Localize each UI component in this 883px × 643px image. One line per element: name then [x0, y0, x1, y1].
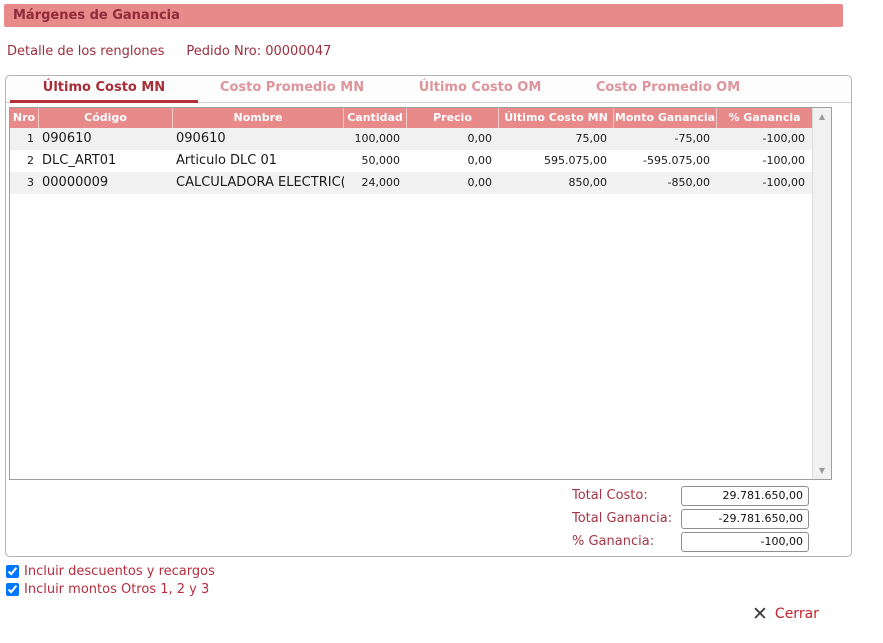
order-number-label: Pedido Nro: 00000047	[186, 44, 332, 59]
margenes-de-ganancia-window: Márgenes de Ganancia Detalle de los reng…	[0, 0, 883, 643]
cell-pct-ganancia: -100,00	[762, 176, 805, 189]
cell-monto-ganancia: -75,00	[674, 132, 710, 145]
cell-pct-ganancia: -100,00	[762, 154, 805, 167]
col-header-ultimo-costo-mn: Último Costo MN	[499, 108, 614, 128]
close-button-label: Cerrar	[774, 606, 819, 622]
total-costo-field: 29.781.650,00	[681, 486, 809, 506]
cell-precio: 0,00	[467, 154, 493, 167]
cell-ultimo-costo-mn: 75,00	[575, 132, 608, 145]
cell-cantidad: 50,000	[361, 154, 401, 167]
tab-ultimo-costo-mn[interactable]: Último Costo MN	[10, 76, 198, 103]
pct-ganancia-row: % Ganancia: -100,00	[6, 532, 851, 552]
line-items-table: Nro Código Nombre Cantidad Precio Último…	[9, 107, 832, 480]
col-header-precio: Precio	[407, 108, 499, 128]
table-row[interactable]: 3 00000009 CALCULADORA ELECTRIC( 24,000 …	[10, 172, 831, 194]
tab-costo-promedio-om[interactable]: Costo Promedio OM	[574, 76, 762, 103]
cell-nro: 2	[27, 154, 34, 167]
total-ganancia-row: Total Ganancia: -29.781.650,00	[6, 509, 851, 529]
option-montos-otros: Incluir montos Otros 1, 2 y 3	[6, 581, 215, 598]
cell-nro: 1	[27, 132, 34, 145]
cell-nombre: Articulo DLC 01	[176, 153, 278, 168]
close-icon: ✕	[752, 603, 768, 625]
scroll-up-icon[interactable]: ▲	[813, 108, 831, 125]
cell-nombre: CALCULADORA ELECTRIC(	[176, 175, 344, 190]
detail-label: Detalle de los renglones	[7, 44, 165, 59]
option-descuentos: Incluir descuentos y recargos	[6, 563, 215, 580]
window-title: Márgenes de Ganancia	[4, 4, 843, 27]
cell-ultimo-costo-mn: 595.075,00	[544, 154, 607, 167]
montos-otros-checkbox[interactable]	[6, 583, 19, 596]
cell-pct-ganancia: -100,00	[762, 132, 805, 145]
options-section: Incluir descuentos y recargos Incluir mo…	[6, 563, 215, 599]
cell-precio: 0,00	[467, 132, 493, 145]
descuentos-label: Incluir descuentos y recargos	[24, 564, 215, 579]
close-button[interactable]: ✕ Cerrar	[752, 603, 819, 625]
cell-codigo: 00000009	[42, 175, 109, 190]
descuentos-checkbox[interactable]	[6, 565, 19, 578]
tab-costo-promedio-mn[interactable]: Costo Promedio MN	[198, 76, 386, 103]
cell-codigo: DLC_ART01	[42, 153, 117, 168]
cell-cantidad: 24,000	[361, 176, 401, 189]
subheader: Detalle de los renglones Pedido Nro: 000…	[7, 44, 331, 59]
cell-nro: 3	[27, 176, 34, 189]
detail-panel: Último Costo MN Costo Promedio MN Último…	[5, 75, 852, 557]
cell-nombre: 090610	[176, 131, 226, 146]
total-ganancia-label: Total Ganancia:	[572, 511, 673, 526]
cell-precio: 0,00	[467, 176, 493, 189]
pct-ganancia-field: -100,00	[681, 532, 809, 552]
col-header-pct-ganancia: % Ganancia	[728, 111, 801, 124]
scroll-down-icon[interactable]: ▼	[813, 462, 831, 479]
col-header-monto-ganancia: Monto Ganancia	[614, 108, 717, 128]
col-header-codigo: Código	[39, 108, 173, 128]
vertical-scrollbar[interactable]: ▲ ▼	[812, 108, 831, 479]
col-header-cantidad: Cantidad	[344, 108, 407, 128]
pct-ganancia-label: % Ganancia:	[572, 534, 655, 549]
cell-codigo: 090610	[42, 131, 92, 146]
total-ganancia-field: -29.781.650,00	[681, 509, 809, 529]
cell-monto-ganancia: -850,00	[667, 176, 710, 189]
cost-tabs: Último Costo MN Costo Promedio MN Último…	[6, 76, 851, 103]
total-costo-row: Total Costo: 29.781.650,00	[6, 486, 851, 506]
montos-otros-label: Incluir montos Otros 1, 2 y 3	[24, 582, 210, 597]
table-row[interactable]: 1 090610 090610 100,000 0,00 75,00 -75,0…	[10, 128, 831, 150]
col-header-nro: Nro	[10, 108, 39, 128]
col-header-nombre: Nombre	[173, 108, 344, 128]
cell-ultimo-costo-mn: 850,00	[568, 176, 608, 189]
table-header-row: Nro Código Nombre Cantidad Precio Último…	[10, 108, 831, 128]
table-row[interactable]: 2 DLC_ART01 Articulo DLC 01 50,000 0,00 …	[10, 150, 831, 172]
tab-ultimo-costo-om[interactable]: Último Costo OM	[386, 76, 574, 103]
cell-monto-ganancia: -595.075,00	[643, 154, 710, 167]
cell-cantidad: 100,000	[354, 132, 401, 145]
total-costo-label: Total Costo:	[572, 488, 648, 503]
